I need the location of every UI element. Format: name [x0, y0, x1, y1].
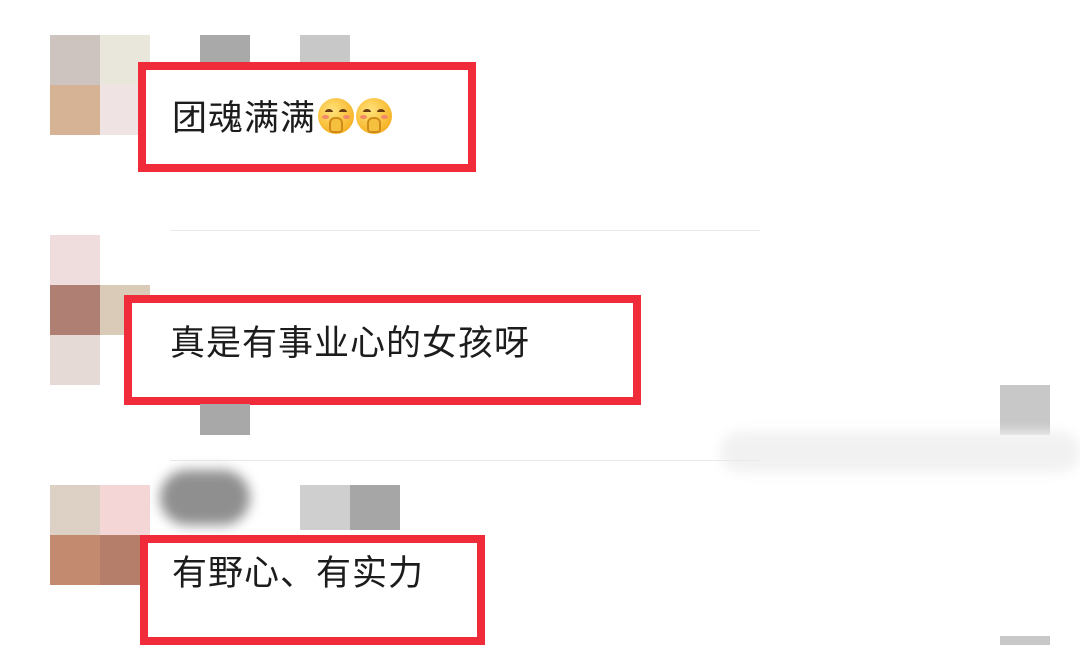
blurred-meta: [200, 404, 250, 435]
comment-text-3: 有野心、有实力: [172, 557, 424, 592]
comment-body: 真是有事业心的女孩呀: [170, 324, 531, 364]
avatar-pixel: [100, 235, 150, 285]
blurred-username: [300, 485, 350, 530]
divider: [170, 460, 760, 461]
comment-list: 团魂满满 真是有事业心的女孩呀 有野心、有实力: [0, 0, 1080, 645]
divider: [170, 230, 760, 231]
avatar[interactable]: [50, 485, 150, 585]
avatar-pixel: [50, 235, 100, 285]
blurred-area: [720, 432, 1080, 472]
comment-text-1: 团魂满满: [172, 98, 393, 139]
blurred-username: [200, 35, 250, 63]
comment-text-2: 真是有事业心的女孩呀: [170, 327, 530, 362]
avatar[interactable]: [50, 35, 150, 135]
face-with-hand-over-mouth-icon: [318, 98, 355, 134]
blurred-username: [160, 470, 250, 525]
comment-body: 团魂满满: [172, 99, 317, 139]
blurred-username: [300, 35, 350, 63]
blurred-like-button[interactable]: [1000, 636, 1050, 645]
blurred-username: [350, 485, 400, 530]
avatar-pixel: [100, 485, 150, 535]
avatar-pixel: [50, 85, 100, 135]
avatar-pixel: [50, 285, 100, 335]
avatar-pixel: [50, 35, 100, 85]
face-with-hand-over-mouth-icon: [356, 98, 393, 134]
avatar-pixel: [50, 485, 100, 535]
avatar-pixel: [50, 335, 100, 385]
comment-body: 有野心、有实力: [172, 554, 425, 594]
avatar-pixel: [50, 535, 100, 585]
blurred-like-button[interactable]: [1000, 385, 1050, 435]
